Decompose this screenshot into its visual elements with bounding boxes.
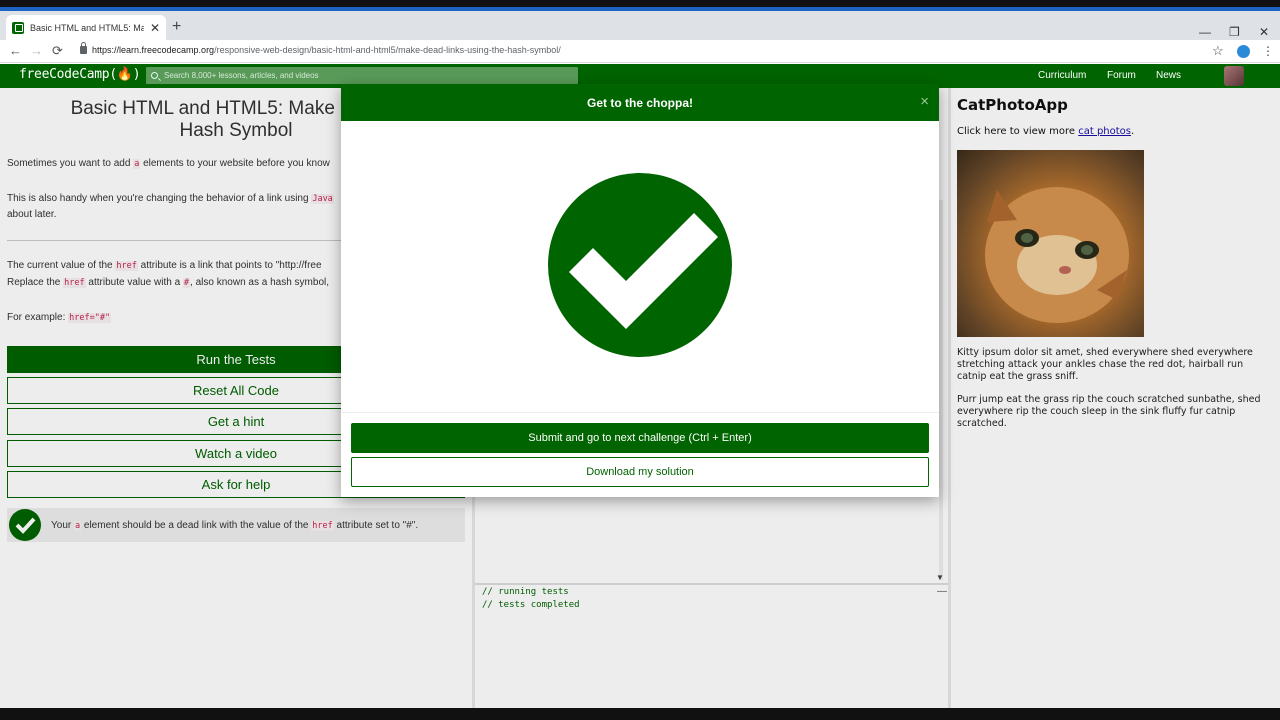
tab-title: Basic HTML and HTML5: Make De [30,22,144,33]
page: Basic HTML and HTML5: Make De ✕ + — ❐ ✕ … [0,0,1280,720]
nav-link-news[interactable]: News [1156,70,1181,81]
url-host: https://learn.freecodecamp.org [92,45,215,55]
url-field[interactable]: https://learn.freecodecamp.org/responsiv… [80,42,561,55]
submit-next-button[interactable]: Submit and go to next challenge (Ctrl + … [351,423,929,453]
address-bar: ← → ⟳ https://learn.freecodecamp.org/res… [0,40,1280,63]
nav-link-forum[interactable]: Forum [1107,70,1136,81]
window-close-icon[interactable]: ✕ [1259,25,1269,39]
tab-bar: Basic HTML and HTML5: Make De ✕ + — ❐ ✕ [0,11,1280,40]
modal-close-icon[interactable]: × [920,93,929,110]
url-path: /responsive-web-design/basic-html-and-ht… [214,45,561,55]
search-icon [151,72,158,79]
new-tab-button[interactable]: + [172,18,181,36]
freecodecamp-favicon-icon [12,21,24,34]
modal-title: Get to the choppa! [587,95,693,110]
minimize-icon[interactable]: — [1199,25,1211,39]
download-solution-button[interactable]: Download my solution [351,457,929,487]
modal-header: Get to the choppa! × [341,84,939,121]
forward-icon[interactable]: → [30,43,43,58]
fcc-logo[interactable]: freeCodeCamp(🔥) [19,67,141,82]
extension-icon[interactable] [1237,45,1250,58]
tab-close-icon[interactable]: ✕ [150,21,160,35]
nav-link-curriculum[interactable]: Curriculum [1038,70,1086,81]
success-check-icon [548,173,732,357]
back-icon[interactable]: ← [9,43,22,58]
reload-icon[interactable]: ⟳ [52,43,63,59]
maximize-icon[interactable]: ❐ [1229,25,1240,39]
search-bar[interactable] [146,67,578,84]
bookmark-star-icon[interactable]: ☆ [1212,43,1224,59]
taskbar-strip [0,708,1280,720]
search-input[interactable] [164,71,564,80]
window-top-strip [0,0,1280,11]
modal-divider [341,412,939,413]
avatar[interactable] [1224,66,1244,86]
success-modal: Get to the choppa! × Submit and go to ne… [341,84,939,497]
browser-tab[interactable]: Basic HTML and HTML5: Make De ✕ [6,15,166,40]
browser-menu-icon[interactable]: ⋮ [1262,44,1274,58]
lock-icon [80,42,87,54]
